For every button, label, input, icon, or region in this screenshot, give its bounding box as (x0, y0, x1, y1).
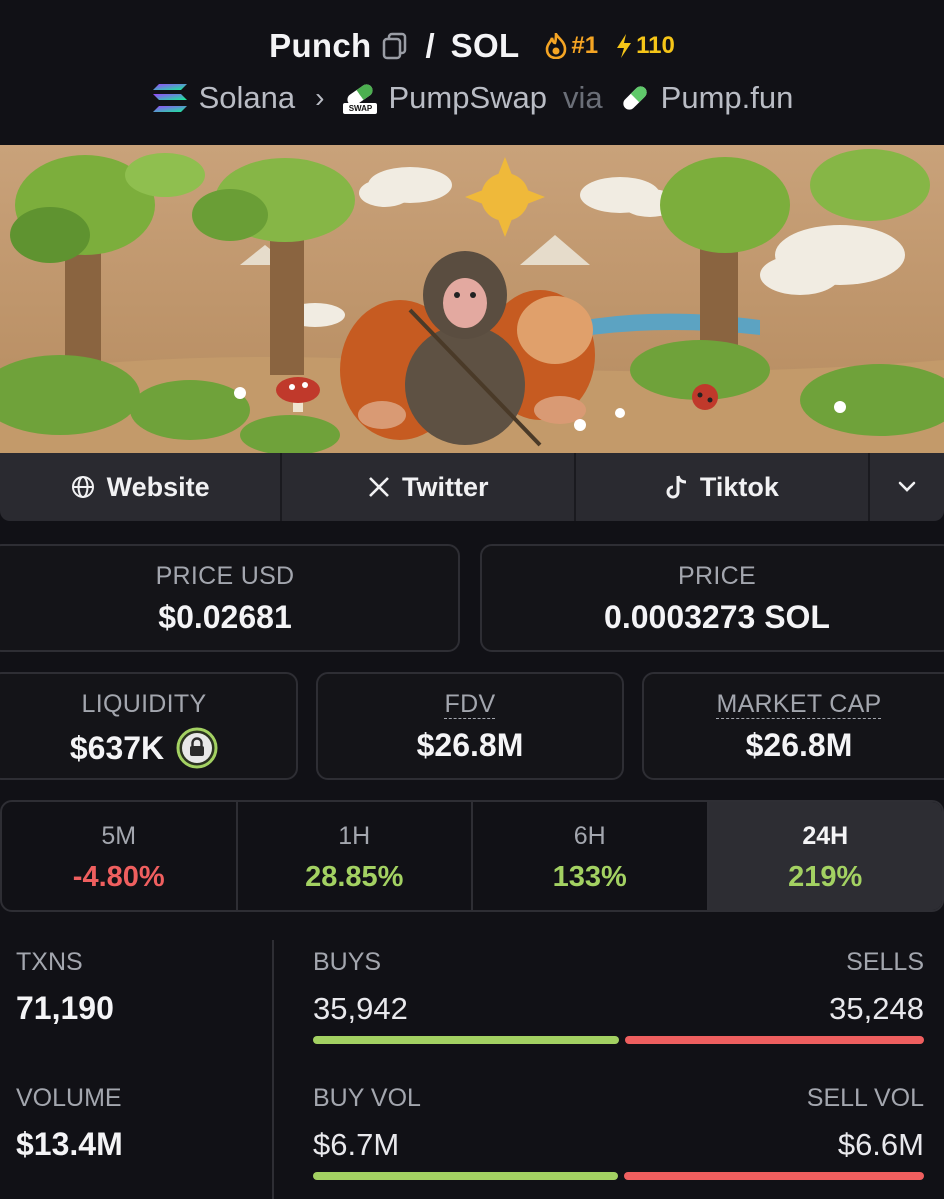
sells-label: SELLS (846, 948, 924, 976)
lightning-icon (617, 34, 632, 58)
tab-label: 1H (338, 822, 371, 850)
volume-label: VOLUME (16, 1084, 122, 1112)
boost-value: 110 (636, 32, 675, 59)
tiktok-icon (666, 475, 686, 499)
price-native-card: PRICE 0.0003273 SOL (480, 544, 944, 652)
sell-vol-bar (624, 1172, 924, 1180)
market-cap-card: MARKET CAP $26.8M (642, 672, 944, 780)
pumpswap-icon: SWAP (342, 81, 378, 115)
price-native-label: PRICE (678, 562, 756, 590)
lock-icon[interactable] (176, 727, 218, 769)
chevron-down-icon (898, 481, 916, 492)
token-header: Punch / SOL #1 110 Solana › SWAP PumpSwa… (0, 0, 944, 145)
tiktok-label: Tiktok (699, 471, 779, 502)
volume-value: $13.4M (16, 1126, 123, 1162)
tab-5m[interactable]: 5M -4.80% (2, 802, 238, 910)
twitter-button[interactable]: Twitter (282, 453, 577, 521)
globe-icon (71, 476, 94, 498)
tab-change-value: 133% (552, 861, 627, 893)
sells-value: 35,248 (829, 991, 924, 1026)
fdv-card: FDV $26.8M (316, 672, 624, 780)
tab-change-value: 219% (788, 861, 863, 893)
chevron-right-icon: › (315, 82, 325, 113)
pill-icon (622, 86, 647, 110)
tiktok-button[interactable]: Tiktok (576, 453, 871, 521)
chain-name[interactable]: Solana (199, 80, 296, 116)
fdv-value: $26.8M (416, 727, 524, 763)
boost-count[interactable]: 110 (614, 32, 675, 60)
buys-value: 35,942 (313, 991, 408, 1026)
title-row: Punch / SOL #1 110 (0, 24, 944, 68)
tab-24h[interactable]: 24H 219% (708, 802, 942, 910)
social-links-bar: Website Twitter Tiktok (0, 453, 944, 521)
tab-6h[interactable]: 6H 133% (473, 802, 709, 910)
liquidity-row: $637K (0, 727, 296, 769)
liquidity-value: $637K (69, 729, 165, 766)
rank-value: #1 (571, 32, 599, 59)
transactions-panel: TXNS 71,190 BUYS SELLS 35,942 35,248 VOL… (0, 912, 944, 1199)
tab-label: 5M (101, 822, 137, 850)
tab-1h[interactable]: 1H 28.85% (238, 802, 473, 910)
swap-badge: SWAP (348, 104, 373, 113)
pair-separator: / (425, 27, 435, 64)
solana-icon (152, 84, 187, 112)
market-cap-value: $26.8M (745, 727, 853, 763)
trending-rank[interactable]: #1 (545, 32, 598, 60)
sells-bar (625, 1036, 924, 1044)
more-links-button[interactable] (870, 453, 944, 521)
market-cap-label-text: MARKET CAP (716, 690, 882, 718)
twitter-label: Twitter (402, 471, 489, 502)
copy-icon[interactable] (382, 32, 408, 60)
txns-label: TXNS (16, 948, 83, 976)
token-name: Punch (269, 27, 372, 64)
tab-change-value: -4.80% (72, 861, 165, 893)
liquidity-label: LIQUIDITY (81, 690, 207, 718)
chain-breadcrumb: Solana › SWAP PumpSwap via Pump.fun (0, 78, 944, 118)
tab-label: 24H (802, 822, 849, 850)
website-label: Website (106, 471, 210, 502)
fdv-label[interactable]: FDV (318, 690, 622, 719)
dex-name[interactable]: PumpSwap (388, 80, 547, 116)
quote-token: SOL (450, 27, 520, 64)
liquidity-card: LIQUIDITY $637K (0, 672, 298, 780)
txns-value: 71,190 (16, 990, 114, 1026)
x-twitter-icon (369, 477, 389, 497)
sell-vol-label: SELL VOL (806, 1084, 924, 1112)
buy-vol-label: BUY VOL (313, 1084, 421, 1112)
market-cap-label[interactable]: MARKET CAP (644, 690, 944, 719)
tab-label: 6H (573, 822, 606, 850)
tab-change-value: 28.85% (305, 861, 404, 893)
via-label: via (563, 80, 603, 115)
buys-bar (313, 1036, 619, 1044)
price-usd-label: PRICE USD (155, 562, 295, 590)
price-usd-value: $0.02681 (158, 599, 292, 635)
fdv-label-text: FDV (444, 690, 496, 718)
buy-vol-value: $6.7M (313, 1127, 400, 1162)
price-native-value: 0.0003273 SOL (604, 599, 830, 635)
token-banner-image (0, 145, 944, 453)
sell-vol-value: $6.6M (837, 1127, 924, 1162)
column-divider (272, 940, 274, 1199)
launchpad-name[interactable]: Pump.fun (661, 80, 794, 116)
buys-label: BUYS (313, 948, 382, 976)
website-button[interactable]: Website (0, 453, 283, 521)
price-usd-card: PRICE USD $0.02681 (0, 544, 460, 652)
price-change-tabs: 5M -4.80% 1H 28.85% 6H 133% 24H 219% (0, 800, 944, 912)
flame-icon (546, 33, 567, 59)
buy-vol-bar (313, 1172, 618, 1180)
